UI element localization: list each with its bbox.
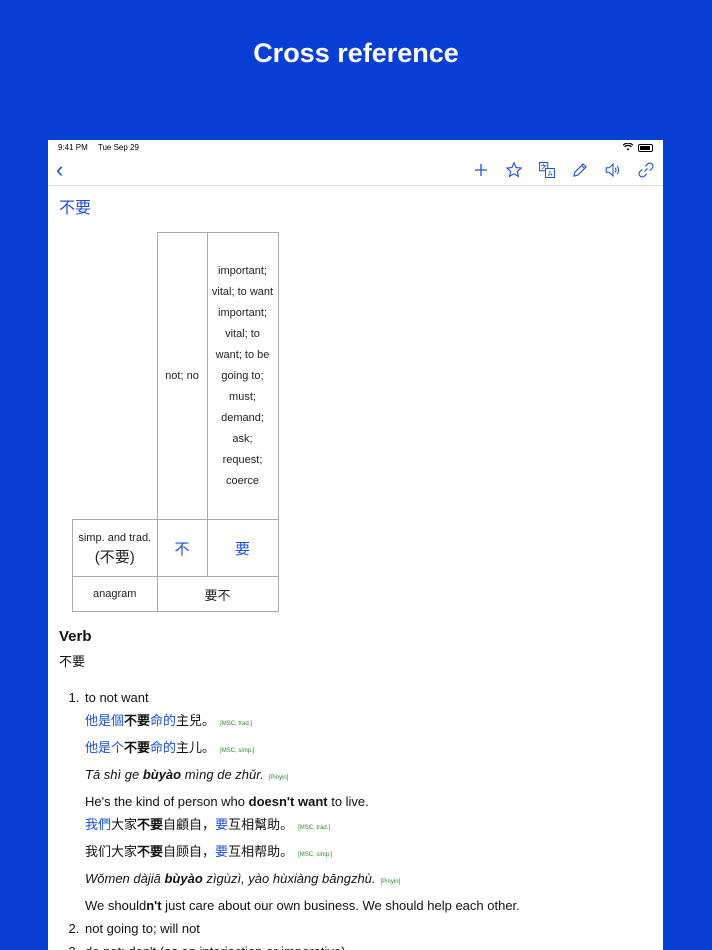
anagram-value[interactable]: 要不 — [156, 576, 279, 612]
gloss-cell-1: important; vital; to want important; vit… — [206, 232, 279, 520]
example-text: 我们大家不要自顾自， — [85, 844, 216, 859]
example-text: 互相帮助。 — [228, 844, 294, 859]
source-tag: [MSC, simp.] — [220, 748, 255, 754]
star-icon[interactable] — [505, 161, 523, 179]
svg-text:A: A — [548, 170, 553, 178]
char-link-0[interactable]: 不 — [156, 519, 208, 577]
word-link[interactable]: 他是个 — [85, 740, 124, 755]
sense-definition: do not; don't (as an interjection or imp… — [85, 944, 345, 950]
example-text: 主兒。 — [176, 713, 216, 728]
sense-item: do not; don't (as an interjection or imp… — [83, 940, 652, 950]
source-tag: [Pinyin] — [380, 879, 401, 885]
pencil-icon[interactable] — [571, 161, 589, 179]
sense-item: to not want他是個不要命的主兒。[MSC, trad.]他是个不要命的… — [83, 686, 652, 917]
example-english: We shouldn't just care about our own bus… — [85, 894, 652, 917]
character-table: not; no important; vital; to want import… — [72, 232, 279, 612]
status-bar: 9:41 PM Tue Sep 29 — [48, 140, 663, 155]
word-link[interactable]: 要 — [215, 817, 228, 832]
source-tag: [MSC, trad.] — [220, 721, 253, 727]
word-link[interactable]: 命的 — [150, 740, 176, 755]
device-screen: 9:41 PM Tue Sep 29 ‹ A 不要 not; no import… — [48, 140, 663, 950]
sense-list: to not want他是個不要命的主兒。[MSC, trad.]他是个不要命的… — [59, 686, 652, 950]
pinyin-text: Tā shì ge bùyào mìng de zhǔr. — [85, 767, 264, 782]
toolbar: ‹ A — [48, 155, 663, 186]
status-time: 9:41 PM — [58, 143, 88, 152]
head-word: 不要 — [59, 654, 86, 669]
toolbar-actions: A — [472, 161, 655, 179]
example-pinyin: Tā shì ge bùyào mìng de zhǔr. [Pinyin] — [85, 763, 652, 790]
entry-content: 不要 not; no important; vital; to want imp… — [48, 194, 663, 950]
example-chinese: 我们大家不要自顾自，要互相帮助。 [MSC, simp.] — [85, 840, 652, 867]
anagram-row: anagram 要不 — [72, 576, 279, 612]
source-tag: [MSC, trad.] — [298, 825, 331, 831]
gloss-text: not; no — [165, 370, 199, 382]
back-button[interactable]: ‹ — [56, 159, 63, 181]
gloss-text: important; vital; to want important; vit… — [211, 264, 274, 487]
example-text: 大家不要自顧自， — [111, 817, 216, 832]
sense-item: not going to; will not — [83, 917, 652, 940]
word-link[interactable]: 命的 — [150, 713, 176, 728]
plus-icon[interactable] — [472, 161, 490, 179]
simp-trad-label: simp. and trad. — [78, 532, 152, 544]
word-link[interactable]: 我們 — [85, 817, 111, 832]
example-text: 主儿。 — [176, 740, 216, 755]
gloss-cell-0: not; no — [156, 232, 208, 520]
example-text: 不要 — [124, 740, 151, 755]
wifi-icon — [622, 142, 634, 153]
battery-icon — [638, 143, 653, 152]
anagram-label: anagram — [72, 576, 158, 612]
part-of-speech: Verb — [59, 628, 92, 645]
example-chinese: 他是個不要命的主兒。 [MSC, trad.] — [85, 709, 652, 736]
word-link[interactable]: 他是個 — [85, 713, 124, 728]
source-tag: [Pinyin] — [268, 775, 289, 781]
headline: Cross reference — [253, 38, 459, 68]
gloss-row: not; no important; vital; to want import… — [73, 232, 279, 520]
status-date: Tue Sep 29 — [97, 143, 139, 152]
char-link-1[interactable]: 要 — [206, 519, 279, 577]
example-text: 互相幫助。 — [228, 817, 294, 832]
example-pinyin: Wǒmen dàjiā bùyào zìgùzì, yào hùxiàng bā… — [85, 867, 652, 894]
pinyin-text: Wǒmen dàjiā bùyào zìgùzì, yào hùxiàng bā… — [85, 871, 376, 886]
english-text: We shouldn't just care about our own bus… — [85, 898, 520, 913]
translate-icon[interactable]: A — [538, 161, 556, 179]
example-text: 不要 — [124, 713, 151, 728]
simp-trad-label-cell: simp. and trad. (不要) — [72, 519, 158, 577]
source-tag: [MSC, simp.] — [298, 852, 333, 858]
simp-trad-row: simp. and trad. (不要) 不 要 — [72, 519, 279, 577]
example-chinese: 他是个不要命的主儿。 [MSC, simp.] — [85, 736, 652, 763]
table-empty-cell — [73, 233, 158, 520]
sense-definition: to not want — [85, 690, 149, 705]
word-link[interactable]: 要 — [215, 844, 228, 859]
english-text: He's the kind of person who doesn't want… — [85, 794, 369, 809]
entry-title: 不要 — [59, 200, 92, 217]
example-english: He's the kind of person who doesn't want… — [85, 790, 652, 813]
sense-definition: not going to; will not — [85, 921, 200, 936]
simp-trad-form: (不要) — [94, 549, 135, 566]
link-icon[interactable] — [637, 161, 655, 179]
speaker-icon[interactable] — [604, 161, 622, 179]
example-chinese: 我們大家不要自顧自，要互相幫助。 [MSC, trad.] — [85, 813, 652, 840]
